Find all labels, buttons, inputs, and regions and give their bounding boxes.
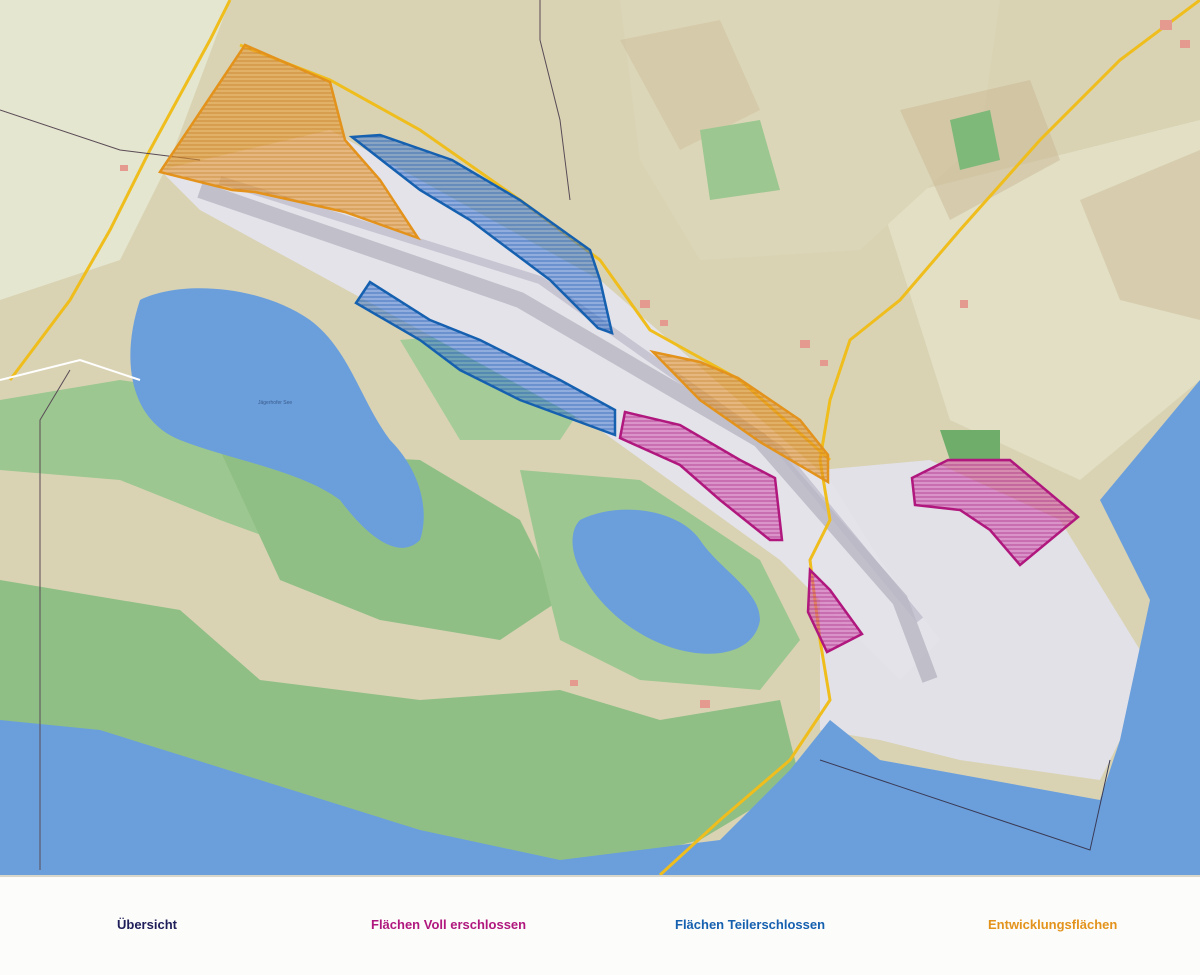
tab-full-developed[interactable]: Flächen Voll erschlossen bbox=[371, 917, 526, 932]
lake-label: Jägerhofer See bbox=[258, 400, 292, 406]
tab-partial-developed[interactable]: Flächen Teilerschlossen bbox=[675, 917, 825, 932]
tab-development[interactable]: Entwicklungsflächen bbox=[988, 917, 1117, 932]
tab-overview[interactable]: Übersicht bbox=[117, 917, 177, 932]
site-map[interactable]: Jägerhofer See bbox=[0, 0, 1200, 875]
forest-area bbox=[940, 430, 1000, 460]
legend-bar: Übersicht Flächen Voll erschlossen Fläch… bbox=[0, 875, 1200, 975]
